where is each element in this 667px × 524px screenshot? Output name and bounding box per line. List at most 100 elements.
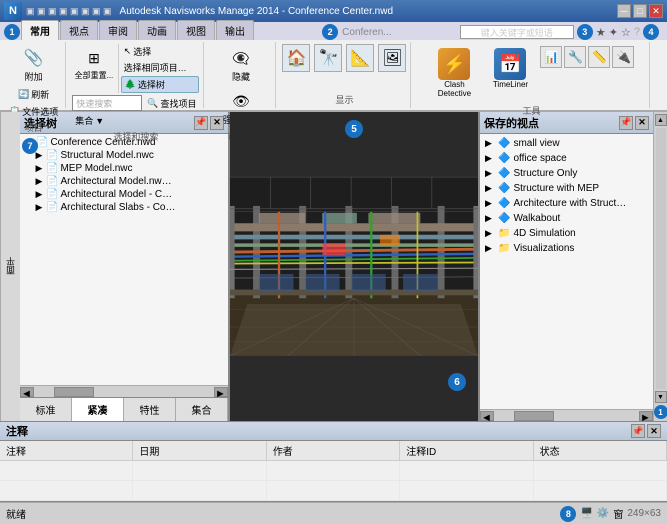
- ann-cell-4: [534, 461, 667, 480]
- vp-scroll-right[interactable]: ►: [639, 411, 653, 421]
- toolbar-group-tools: ⚡ Clash Detective 📅 TimeLiner 📊 🔧 📏 🔌 工具: [413, 42, 650, 108]
- tree-tabs: 标准 紧凑 特性 集合: [20, 397, 228, 421]
- vp-item-1[interactable]: ▶ 🔷 office space: [482, 151, 651, 166]
- tool-icon-4[interactable]: 🔌: [612, 46, 634, 68]
- nav-icon-3[interactable]: 📐: [346, 44, 374, 72]
- scroll-thumb-h[interactable]: [54, 387, 94, 397]
- vp-panel-controls[interactable]: 📌 ✕: [619, 116, 649, 130]
- force-visible-icon: 👁: [229, 89, 253, 113]
- select-same-button[interactable]: 选择相同项目…: [121, 60, 200, 75]
- tree-expand-5[interactable]: ▶: [34, 202, 44, 213]
- status-icon-2[interactable]: ⚙️: [597, 508, 609, 519]
- main-area: 面平 选择树 📌 ✕ 7 ▼ 📄 Conference Center.nwd ▶…: [0, 112, 667, 422]
- scroll-up-btn[interactable]: ▲: [655, 114, 667, 126]
- ann-cell-8: [400, 481, 533, 500]
- viewpoints-panel: 保存的视点 📌 ✕ ▶ 🔷 small view ▶ 🔷 office spac…: [478, 112, 653, 421]
- tool-icon-2[interactable]: 🔧: [564, 46, 586, 68]
- viewport[interactable]: 5 6: [230, 112, 478, 421]
- tree-tab-standard[interactable]: 标准: [20, 398, 72, 421]
- vp-item-4[interactable]: ▶ 🔷 Architecture with Struct…: [482, 196, 651, 211]
- tab-viewpoint[interactable]: 视点: [60, 20, 98, 40]
- app-icon: N: [4, 2, 22, 20]
- quick-search-box[interactable]: 快速搜索: [72, 95, 142, 111]
- vp-item-5[interactable]: ▶ 🔷 Walkabout: [482, 211, 651, 226]
- right-step-badge: 1: [654, 405, 667, 419]
- left-vertical-label: 面平: [0, 112, 20, 421]
- ann-panel-pin[interactable]: 📌: [631, 424, 645, 438]
- maximize-button[interactable]: □: [633, 4, 647, 18]
- scroll-left-btn[interactable]: ◄: [20, 387, 34, 397]
- tree-tab-compact[interactable]: 紧凑: [72, 398, 124, 421]
- tree-expand-2[interactable]: ▶: [34, 163, 44, 174]
- nav-icon-2[interactable]: 🔭: [314, 44, 342, 72]
- scroll-down-btn[interactable]: ▼: [655, 391, 667, 403]
- tree-container[interactable]: ▼ 📄 Conference Center.nwd ▶ 📄 Structural…: [20, 134, 228, 385]
- tree-expand-4[interactable]: ▶: [34, 189, 44, 200]
- toolbar-group-display: 🏠 🔭 📐 🖼 显示: [278, 42, 411, 108]
- status-icon-1[interactable]: 🖥️: [580, 508, 592, 519]
- tree-item-3[interactable]: ▶ 📄 Architectural Model.nw…: [22, 175, 226, 188]
- vp-item-0[interactable]: ▶ 🔷 small view: [482, 136, 651, 151]
- vp-item-7[interactable]: ▶ 📁 Visualizations: [482, 241, 651, 256]
- vp-item-2[interactable]: ▶ 🔷 Structure Only: [482, 166, 651, 181]
- tool-icon-1[interactable]: 📊: [540, 46, 562, 68]
- tree-item-4[interactable]: ▶ 📄 Architectural Model - C…: [22, 188, 226, 201]
- tree-item-2[interactable]: ▶ 📄 MEP Model.nwc: [22, 162, 226, 175]
- tab-view[interactable]: 视图: [177, 20, 215, 40]
- step-3-badge: 3: [577, 24, 593, 40]
- tree-item-5[interactable]: ▶ 📄 Architectural Slabs - Co…: [22, 201, 226, 214]
- window-controls[interactable]: ─ □ ✕: [617, 4, 663, 18]
- tab-animation[interactable]: 动画: [138, 20, 176, 40]
- ann-panel-controls[interactable]: 📌 ✕: [631, 424, 661, 438]
- vp-panel-pin[interactable]: 📌: [619, 116, 633, 130]
- vp-item-6[interactable]: ▶ 📁 4D Simulation: [482, 226, 651, 241]
- close-button[interactable]: ✕: [649, 4, 663, 18]
- command-search[interactable]: 键入关键字或短语: [460, 25, 574, 39]
- tree-tab-sets[interactable]: 集合: [176, 398, 228, 421]
- scroll-right-btn[interactable]: ►: [214, 387, 228, 397]
- tree-expand-3[interactable]: ▶: [34, 176, 44, 187]
- find-items-button[interactable]: 🔍 查找项目: [144, 96, 199, 111]
- tab-output[interactable]: 输出: [216, 20, 254, 40]
- annotation-table: 注释 日期 作者 注释ID 状态: [0, 441, 667, 501]
- tab-review[interactable]: 审阅: [99, 20, 137, 40]
- vp-scroll-thumb[interactable]: [514, 411, 554, 421]
- refresh-button[interactable]: 🔄 刷新: [15, 87, 52, 102]
- step-2-badge: 2: [322, 24, 338, 40]
- tree-file-icon-1: 📄: [46, 150, 58, 161]
- tab-common[interactable]: 常用: [21, 20, 59, 40]
- status-right-area: 8 🖥️ ⚙️ 窗 249×63: [560, 506, 661, 522]
- attach-button[interactable]: 📎 附加: [18, 44, 50, 85]
- minimize-button[interactable]: ─: [617, 4, 631, 18]
- set-button[interactable]: 集合 ▼: [72, 113, 107, 128]
- ann-cell-2: [267, 461, 400, 480]
- select-tree-button[interactable]: 🌲 选择树: [121, 76, 200, 93]
- nav-icon-1[interactable]: 🏠: [282, 44, 310, 72]
- tree-item-1[interactable]: ▶ 📄 Structural Model.nwc: [22, 149, 226, 162]
- vp-scroll-left[interactable]: ◄: [480, 411, 494, 421]
- tool-icon-3[interactable]: 📏: [588, 46, 610, 68]
- select-button[interactable]: ↖ 选择: [121, 44, 200, 59]
- ann-panel-close[interactable]: ✕: [647, 424, 661, 438]
- timeliner-button[interactable]: 📅 TimeLiner: [484, 46, 536, 91]
- hide-button[interactable]: 👁‍🗨 隐藏: [225, 44, 257, 85]
- vp-item-3[interactable]: ▶ 🔷 Structure with MEP: [482, 181, 651, 196]
- clash-detective-button[interactable]: ⚡ Clash Detective: [428, 46, 480, 100]
- viewpoints-list[interactable]: ▶ 🔷 small view ▶ 🔷 office space ▶ 🔷 Stru…: [480, 134, 653, 409]
- ann-cell-1: [133, 461, 266, 480]
- main-scrollbar[interactable]: ▲ ▼ 1: [653, 112, 667, 421]
- toolbar-area: 📎 附加 🔄 刷新 📋 文件选项 项目 ⊞ 全部重置... ↖ 选择: [0, 40, 667, 112]
- tree-tab-props[interactable]: 特性: [124, 398, 176, 421]
- select-all-button[interactable]: ⊞ 全部重置...: [72, 44, 115, 93]
- vp-panel-close[interactable]: ✕: [635, 116, 649, 130]
- tree-label-1: Structural Model.nwc: [60, 150, 153, 161]
- vp-icon-3: 🔷: [498, 183, 510, 194]
- ribbon-tabs: 1 常用 视点 审阅 动画 视图 输出 2 Conferen... 键入关键字或…: [0, 22, 667, 40]
- step-1-badge: 1: [4, 24, 20, 40]
- nav-icon-4[interactable]: 🖼: [378, 44, 406, 72]
- cursor-icon: ↖: [124, 46, 132, 57]
- vp-icon-2: 🔷: [498, 168, 510, 179]
- tree-scroll-h[interactable]: ◄ ►: [20, 385, 228, 397]
- status-icon-3[interactable]: 窗: [613, 506, 623, 521]
- vp-scroll-h[interactable]: ◄ ►: [480, 409, 653, 421]
